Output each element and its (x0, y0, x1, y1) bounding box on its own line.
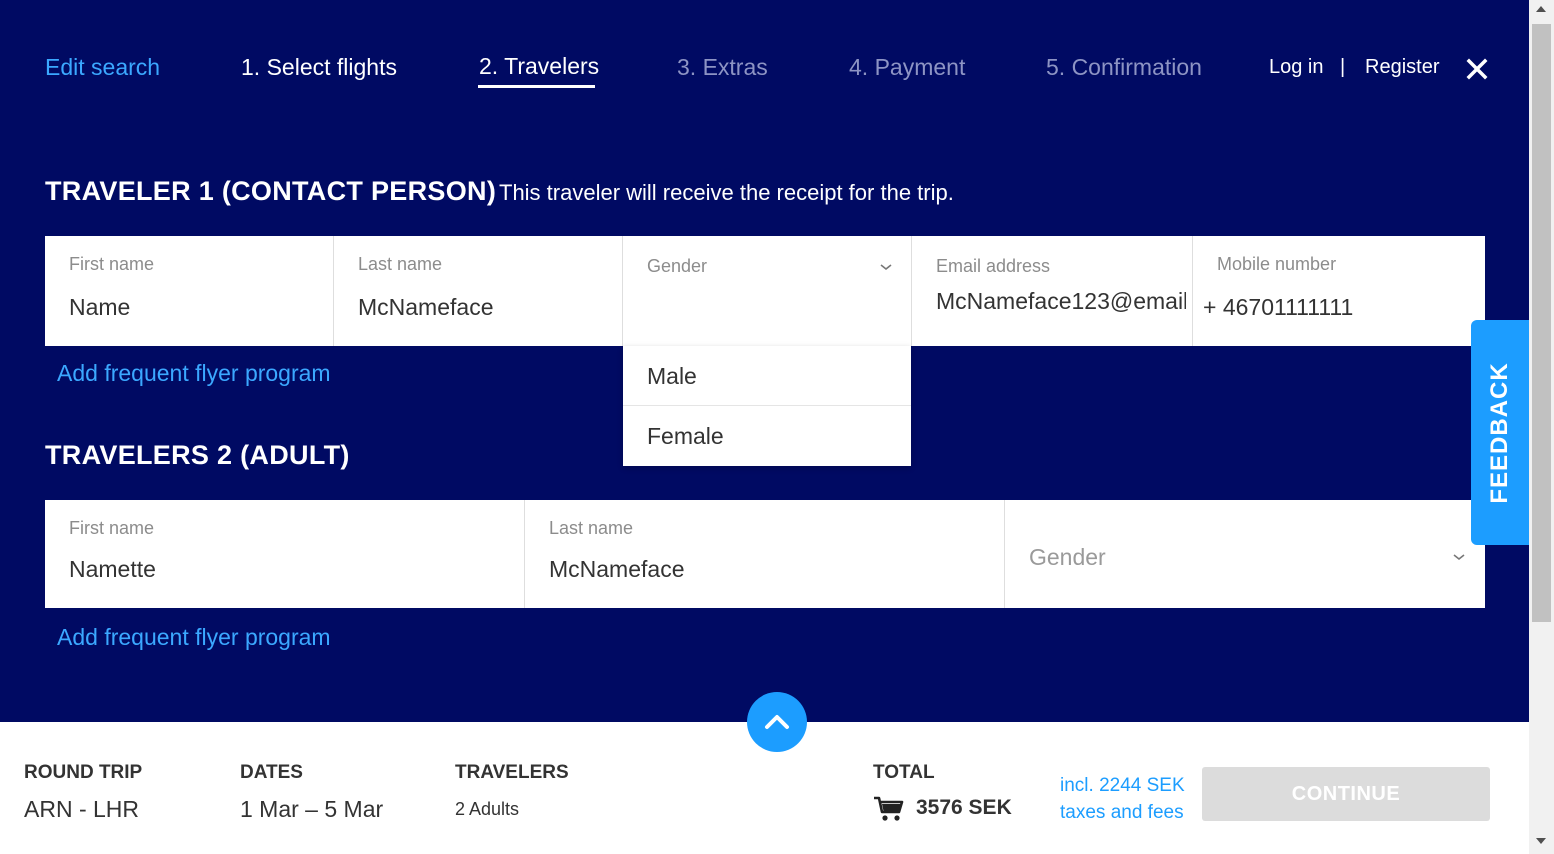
round-trip-label: ROUND TRIP (24, 762, 143, 783)
traveler1-heading: TRAVELER 1 (CONTACT PERSON) (45, 176, 497, 206)
last-name-label: Last name (549, 518, 634, 538)
chevron-up-icon (765, 715, 789, 729)
continue-button[interactable]: CONTINUE (1202, 767, 1490, 821)
traveler1-gender-select[interactable]: Gender (623, 236, 912, 346)
last-name-value[interactable]: McNameface (549, 556, 684, 583)
login-link[interactable]: Log in (1269, 56, 1324, 79)
step-extras: 3. Extras (677, 54, 768, 80)
traveler2-heading: TRAVELERS 2 (ADULT) (45, 440, 350, 470)
travelers-label: TRAVELERS (455, 762, 569, 783)
gender-dropdown-menu: Male Female (623, 346, 911, 466)
expand-summary-button[interactable] (747, 692, 807, 752)
first-name-value[interactable]: Namette (69, 556, 156, 583)
last-name-label: Last name (358, 254, 443, 274)
step-select-flights[interactable]: 1. Select flights (241, 52, 397, 82)
traveler1-form: First name Name Last name McNameface Gen… (45, 236, 1485, 346)
nav-separator: | (1340, 56, 1346, 78)
step-confirmation: 5. Confirmation (1046, 54, 1202, 80)
traveler1-add-ffp-link[interactable]: Add frequent flyer program (57, 360, 331, 387)
mobile-value[interactable]: + 46701111111 (1203, 294, 1353, 321)
taxes-link-line2[interactable]: taxes and fees (1060, 802, 1184, 824)
traveler1-note: This traveler will receive the receipt f… (499, 180, 954, 205)
dates-label: DATES (240, 762, 303, 783)
first-name-label: First name (69, 518, 155, 538)
scroll-up-arrow-icon[interactable] (1536, 6, 1546, 12)
travelers-value: 2 Adults (455, 799, 520, 819)
gender-label: Gender (647, 256, 708, 276)
email-label: Email address (936, 256, 1051, 276)
feedback-tab[interactable]: FEEDBACK (1471, 320, 1529, 545)
email-value[interactable]: McNameface123@email.com (936, 288, 1186, 315)
feedback-label: FEEDBACK (1486, 361, 1513, 504)
first-name-value[interactable]: Name (69, 294, 130, 321)
last-name-value[interactable]: McNameface (358, 294, 493, 321)
gender-option-male[interactable]: Male (623, 346, 911, 406)
traveler1-first-name-field[interactable]: First name Name (45, 236, 334, 346)
edit-search-link[interactable]: Edit search (45, 52, 160, 82)
gender-option-female[interactable]: Female (623, 406, 911, 466)
register-link[interactable]: Register (1365, 56, 1439, 79)
active-step-underline (478, 85, 595, 88)
dates-value: 1 Mar – 5 Mar (240, 796, 384, 822)
cart-icon (874, 796, 904, 821)
gender-placeholder: Gender (1029, 544, 1106, 570)
traveler2-last-name-field[interactable]: Last name McNameface (525, 500, 1005, 608)
total-label: TOTAL (873, 762, 935, 783)
traveler2-gender-select[interactable]: Gender (1005, 500, 1485, 608)
step-travelers[interactable]: 2. Travelers (479, 51, 599, 81)
total-value: 3576 SEK (916, 796, 1012, 819)
traveler2-form: First name Namette Last name McNameface … (45, 500, 1485, 608)
chevron-down-icon[interactable] (1452, 552, 1466, 562)
close-icon[interactable] (1464, 56, 1490, 82)
traveler1-last-name-field[interactable]: Last name McNameface (334, 236, 623, 346)
scroll-down-arrow-icon[interactable] (1536, 838, 1546, 844)
traveler2-first-name-field[interactable]: First name Namette (45, 500, 525, 608)
chevron-down-icon[interactable] (879, 262, 893, 272)
taxes-link-line1[interactable]: incl. 2244 SEK (1060, 775, 1185, 797)
step-payment: 4. Payment (849, 54, 966, 80)
traveler1-mobile-field[interactable]: Mobile number + 46701111111 (1193, 236, 1485, 346)
round-trip-value: ARN - LHR (24, 796, 140, 822)
first-name-label: First name (69, 254, 155, 274)
traveler2-add-ffp-link[interactable]: Add frequent flyer program (57, 624, 331, 651)
mobile-label: Mobile number (1217, 254, 1337, 274)
booking-page: Edit search 1. Select flights 2. Travele… (0, 0, 1529, 854)
traveler1-email-field[interactable]: Email address McNameface123@email.com (912, 236, 1193, 346)
scrollbar-thumb[interactable] (1532, 24, 1551, 622)
